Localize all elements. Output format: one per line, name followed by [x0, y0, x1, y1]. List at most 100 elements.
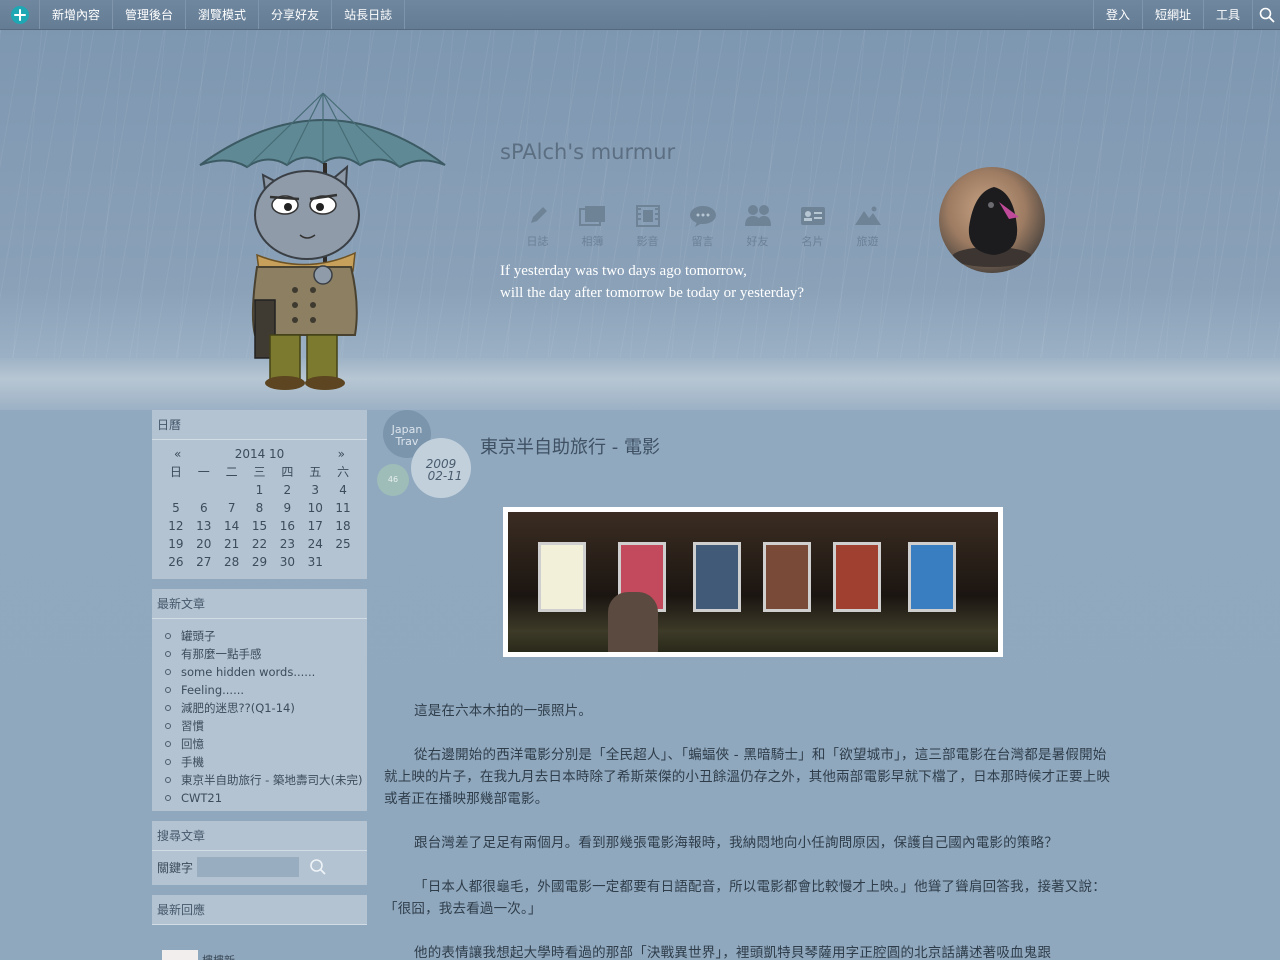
post-comment-count[interactable]: 46: [377, 464, 409, 496]
search-icon: [1259, 7, 1275, 23]
calendar-day[interactable]: 13: [190, 517, 218, 535]
calendar-weekday: 四: [281, 465, 294, 479]
comment-avatar[interactable]: [162, 950, 198, 960]
calendar-day[interactable]: 10: [301, 499, 329, 517]
nav-site-log[interactable]: 站長日誌: [332, 0, 406, 29]
search-submit-button[interactable]: [309, 858, 327, 876]
calendar-day[interactable]: 25: [329, 535, 357, 553]
blog-owner-avatar[interactable]: [939, 167, 1045, 273]
recent-post-link[interactable]: 回憶: [162, 735, 367, 753]
header-nav-label: 相簿: [581, 235, 604, 248]
header-nav-label: 好友: [746, 235, 769, 248]
calendar-day[interactable]: 18: [329, 517, 357, 535]
pixnet-logo[interactable]: [0, 0, 40, 29]
recent-post-link[interactable]: some hidden words......: [162, 663, 367, 681]
calendar-day[interactable]: 29: [246, 553, 274, 571]
recent-post-link[interactable]: 罐頭子: [162, 627, 367, 645]
calendar-weekday: 六: [337, 465, 350, 479]
calendar-day[interactable]: 22: [246, 535, 274, 553]
header-nav-travel[interactable]: 旅遊: [840, 203, 895, 249]
calendar-next-button[interactable]: »: [338, 447, 345, 461]
calendar-day[interactable]: 20: [190, 535, 218, 553]
recent-post-link[interactable]: 減肥的迷思??(Q1-14): [162, 699, 367, 717]
calendar-day[interactable]: 7: [218, 499, 246, 517]
comment-author[interactable]: 樓樓新: [202, 952, 235, 960]
header-nav-profile[interactable]: 名片: [785, 203, 840, 249]
calendar-day[interactable]: 23: [273, 535, 301, 553]
calendar-prev-button[interactable]: «: [174, 447, 181, 461]
calendar-day[interactable]: 16: [273, 517, 301, 535]
calendar-day: [218, 481, 246, 499]
calendar-day[interactable]: 30: [273, 553, 301, 571]
calendar-day[interactable]: 5: [162, 499, 190, 517]
calendar-day[interactable]: 19: [162, 535, 190, 553]
recent-posts-widget: 最新文章 罐頭子 有那麼一點手感 some hidden words...... Fe…: [152, 589, 367, 811]
nav-share[interactable]: 分享好友: [259, 0, 333, 29]
calendar-day[interactable]: 8: [246, 499, 274, 517]
calendar-day[interactable]: 15: [246, 517, 274, 535]
recent-posts-title: 最新文章: [152, 589, 367, 619]
calendar-grid: 日一二三四五六 1 2 3 4 5 6 7 8 9 10 11 12 13 14 15 16 17 18 19 20 21…: [162, 463, 357, 571]
post-paragraph: 這是在六本木拍的一張照片。: [414, 703, 593, 719]
calendar-day[interactable]: 4: [329, 481, 357, 499]
calendar-day[interactable]: 6: [190, 499, 218, 517]
header-nav-articles[interactable]: 日誌: [510, 203, 565, 249]
tagline-line-1: If yesterday was two days ago tomorrow,: [500, 263, 747, 279]
recent-post-link[interactable]: CWT21: [162, 789, 367, 807]
top-search-button[interactable]: [1252, 0, 1280, 29]
calendar-weekday: 五: [309, 465, 322, 479]
logo-icon: [10, 5, 29, 24]
film-icon: [635, 205, 660, 227]
calendar-day[interactable]: 9: [273, 499, 301, 517]
header-nav-friends[interactable]: 好友: [730, 203, 785, 249]
calendar-day: [162, 481, 190, 499]
sidebar: 日曆 « 2014 10 » 日一二三四五六 1 2 3 4 5 6 7 8 9 10 11 12 13 1…: [152, 410, 367, 935]
calendar-day[interactable]: 31: [301, 553, 329, 571]
nav-login[interactable]: 登入: [1092, 0, 1142, 29]
nav-tools[interactable]: 工具: [1202, 0, 1252, 29]
calendar-day[interactable]: 12: [162, 517, 190, 535]
search-icon: [310, 859, 326, 875]
recent-post-link[interactable]: Feeling......: [162, 681, 367, 699]
recent-post-link[interactable]: 有那麼一點手感: [162, 645, 367, 663]
header-nav-label: 留言: [691, 235, 714, 248]
header-nav-albums[interactable]: 相簿: [565, 203, 620, 249]
calendar-day[interactable]: 27: [190, 553, 218, 571]
recent-comments-widget: 最新回應: [152, 895, 367, 925]
recent-post-link[interactable]: 東京半自助旅行 - 築地壽司大(未完): [162, 771, 367, 789]
post-paragraph: 跟台灣差了足足有兩個月。看到那幾張電影海報時，我納悶地向小任詢問原因，保護自己國…: [414, 835, 1058, 851]
calendar-day[interactable]: 3: [301, 481, 329, 499]
friends-icon: [744, 205, 771, 226]
calendar-day[interactable]: 1: [246, 481, 274, 499]
site-title[interactable]: sPAlch's murmur: [500, 140, 675, 164]
top-navigation-bar: 新增內容 管理後台 瀏覽模式 分享好友 站長日誌 登入 短網址 工具: [0, 0, 1280, 30]
post-photo[interactable]: [503, 507, 1003, 657]
calendar-day[interactable]: 21: [218, 535, 246, 553]
recent-post-link[interactable]: 手機: [162, 753, 367, 771]
post-title[interactable]: 東京半自助旅行 - 電影: [480, 433, 660, 459]
calendar-day[interactable]: 17: [301, 517, 329, 535]
calendar-day[interactable]: 24: [301, 535, 329, 553]
post-paragraph: 從右邊開始的西洋電影分別是「全民超人」、「蝙蝠俠 - 黑暗騎士」和「欲望城市」，…: [384, 747, 1111, 807]
calendar-day[interactable]: 11: [329, 499, 357, 517]
chat-icon: [689, 206, 716, 227]
nav-browse-mode[interactable]: 瀏覽模式: [186, 0, 260, 29]
nav-short-url[interactable]: 短網址: [1141, 0, 1203, 29]
calendar-day[interactable]: 14: [218, 517, 246, 535]
recent-post-link[interactable]: 習慣: [162, 717, 367, 735]
post-body: 這是在六本木拍的一張照片。 從右邊開始的西洋電影分別是「全民超人」、「蝙蝠俠 -…: [384, 700, 1120, 960]
nav-new-content[interactable]: 新增內容: [40, 0, 114, 29]
recent-posts-list: 罐頭子 有那麼一點手感 some hidden words...... Feeling…: [152, 619, 367, 811]
mountain-icon: [854, 206, 881, 225]
search-input[interactable]: [197, 857, 300, 877]
header-nav-guestbook[interactable]: 留言: [675, 203, 730, 249]
header-nav-videos[interactable]: 影音: [620, 203, 675, 249]
calendar-month: 2014 10: [234, 447, 285, 461]
post-category: Japan Trav: [391, 423, 423, 448]
search-title: 搜尋文章: [152, 821, 367, 851]
post-date-badge: 2009 02-11: [411, 438, 471, 498]
calendar-day[interactable]: 28: [218, 553, 246, 571]
nav-admin[interactable]: 管理後台: [113, 0, 187, 29]
calendar-day[interactable]: 26: [162, 553, 190, 571]
calendar-day[interactable]: 2: [273, 481, 301, 499]
